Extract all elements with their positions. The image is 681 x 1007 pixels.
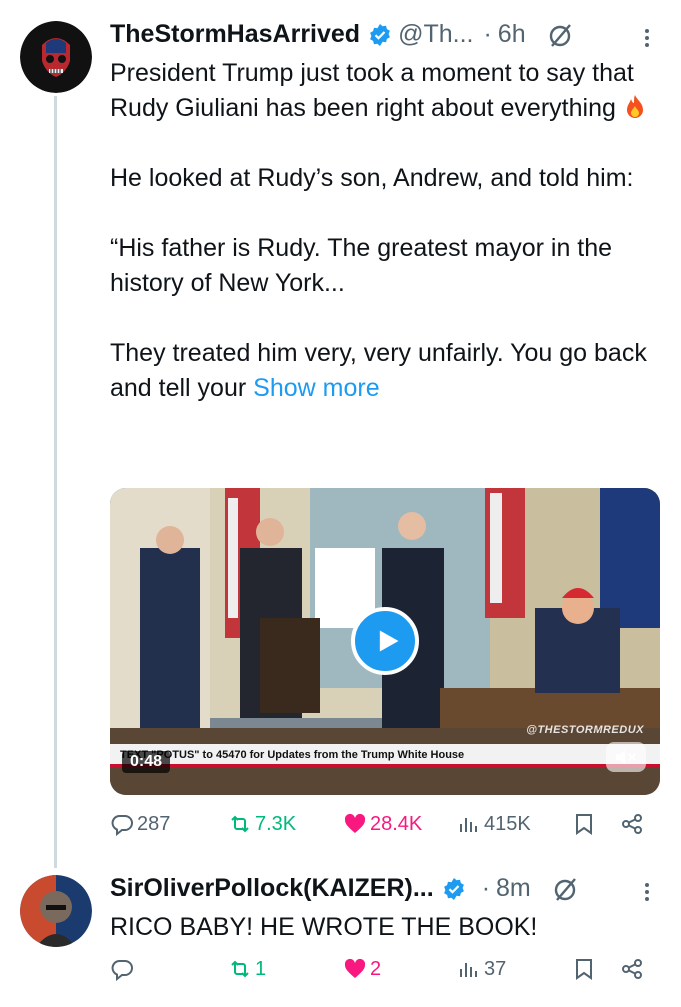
repost-count: 1 xyxy=(255,957,267,980)
repost-button[interactable]: 1 xyxy=(228,957,266,981)
post-time[interactable]: 8m xyxy=(496,874,531,903)
views-button[interactable]: 37 xyxy=(457,957,506,981)
bookmark-button[interactable] xyxy=(572,957,599,981)
like-count: 2 xyxy=(370,957,382,980)
video-watermark: @THESTORMREDUX xyxy=(526,724,644,736)
more-options-icon[interactable] xyxy=(645,880,651,904)
post-header: SirOliverPollock(KAIZER)... · 8m xyxy=(110,874,579,903)
more-options-icon[interactable] xyxy=(645,26,651,50)
post-paragraph: RICO BABY! HE WROTE THE BOOK! xyxy=(110,913,538,941)
view-count: 37 xyxy=(484,957,507,980)
verified-badge-icon xyxy=(368,23,392,47)
play-icon xyxy=(379,630,398,652)
fire-emoji-icon xyxy=(623,94,647,120)
post-body: President Trump just took a moment to sa… xyxy=(110,56,665,406)
video-duration: 0:48 xyxy=(122,751,171,773)
bookmark-icon xyxy=(576,814,592,835)
author-handle[interactable]: @Th... xyxy=(398,20,473,49)
post-paragraph: President Trump just took a moment to sa… xyxy=(110,56,665,126)
analytics-icon xyxy=(460,963,477,977)
repost-icon xyxy=(231,960,249,978)
like-button[interactable]: 28.4K xyxy=(343,812,422,836)
share-button[interactable] xyxy=(620,812,647,836)
repost-icon xyxy=(231,815,249,833)
repost-count: 7.3K xyxy=(255,812,297,835)
heart-filled-icon xyxy=(344,958,366,978)
author-avatar[interactable] xyxy=(20,21,92,93)
post-header: TheStormHasArrived @Th... · 6h xyxy=(110,20,574,49)
verified-badge-icon xyxy=(442,877,466,901)
post-paragraph: They treated him very, very unfairly. Yo… xyxy=(110,339,647,402)
author-avatar[interactable] xyxy=(20,875,92,947)
speaker-muted-icon xyxy=(616,750,636,764)
share-icon xyxy=(622,814,642,834)
post-paragraph: He looked at Rudy’s son, Andrew, and tol… xyxy=(110,164,634,192)
grok-icon[interactable] xyxy=(553,876,579,902)
video-player[interactable]: TEXT "POTUS" to 45470 for Updates from t… xyxy=(110,488,660,795)
view-count: 415K xyxy=(484,812,531,835)
separator-dot: · xyxy=(483,20,492,48)
repost-button[interactable]: 7.3K xyxy=(228,812,296,836)
grok-icon[interactable] xyxy=(548,22,574,48)
separator-dot: · xyxy=(481,874,491,902)
reply-icon xyxy=(111,960,133,981)
like-count: 28.4K xyxy=(370,812,423,835)
reply-icon xyxy=(111,815,133,836)
show-more-link[interactable]: Show more xyxy=(253,374,379,402)
post-body: RICO BABY! HE WROTE THE BOOK! xyxy=(110,910,665,945)
views-button[interactable]: 415K xyxy=(457,812,531,836)
video-ticker: TEXT "POTUS" to 45470 for Updates from t… xyxy=(110,744,660,768)
analytics-icon xyxy=(460,818,477,832)
reply-button[interactable]: 287 xyxy=(110,812,170,836)
author-name[interactable]: SirOliverPollock(KAIZER)... xyxy=(110,874,434,903)
bookmark-button[interactable] xyxy=(572,812,599,836)
like-button[interactable]: 2 xyxy=(343,957,381,981)
mute-button[interactable] xyxy=(606,742,646,772)
share-button[interactable] xyxy=(620,957,647,981)
post-actions-bar: 1 2 37 xyxy=(110,957,655,987)
reply-button[interactable] xyxy=(110,957,137,981)
post-actions-bar: 287 7.3K 28.4K 415K xyxy=(110,812,655,842)
share-icon xyxy=(622,959,642,979)
post-time[interactable]: 6h xyxy=(498,20,526,49)
play-button[interactable] xyxy=(351,607,419,675)
heart-filled-icon xyxy=(344,813,366,833)
reply-count: 287 xyxy=(137,812,171,835)
bookmark-icon xyxy=(576,959,592,980)
thread-connector-line xyxy=(54,96,57,868)
author-name[interactable]: TheStormHasArrived xyxy=(110,20,360,49)
post-paragraph: “His father is Rudy. The greatest mayor … xyxy=(110,234,613,297)
